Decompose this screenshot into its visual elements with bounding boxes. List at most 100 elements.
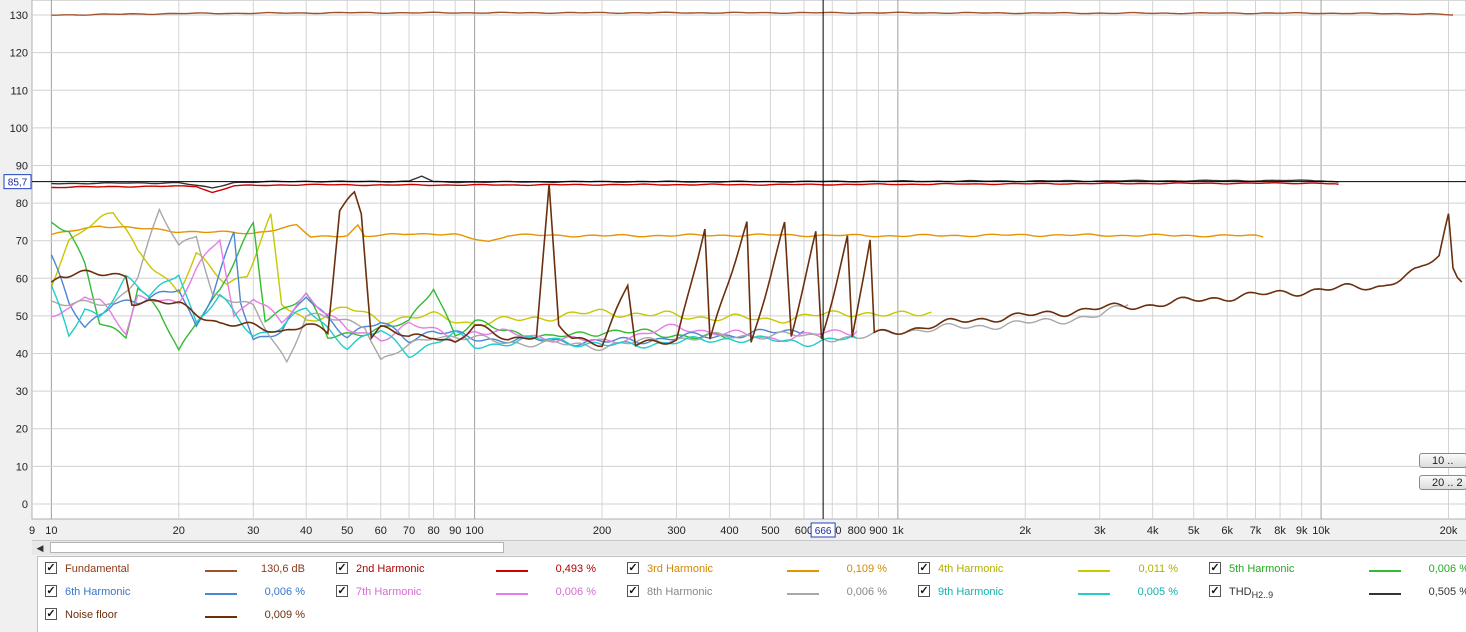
y-tick-label: 20 [16,424,28,436]
checkbox[interactable]: ✓ [627,585,639,597]
legend-swatch [787,593,819,595]
x-tick-label: 70 [403,525,415,537]
x-tick-label: 80 [427,525,439,537]
legend-item-3rd-harmonic[interactable]: ✓ 3rd Harmonic 0,109 % [627,559,897,581]
checkbox[interactable]: ✓ [45,562,57,574]
x-tick-label: 600 [795,525,813,537]
cursor-y-value: 85,7 [8,178,28,189]
frequency-response-chart[interactable]: 0 10 20 30 40 50 60 70 80 90 100 110 120 130 9 10 20 30 40… [0,0,1466,540]
legend-panel: ✓ Fundamental 130,6 dB ✓ 2nd Harmonic 0,… [37,556,1466,632]
legend-label: 2nd Harmonic [356,563,425,575]
x-tick-label: 4k [1147,525,1159,537]
horizontal-scrollbar[interactable]: ◀ [32,540,1466,555]
legend-label: Noise floor [65,609,118,621]
y-tick-label: 70 [16,236,28,248]
checkbox[interactable]: ✓ [918,585,930,597]
legend-item-thd[interactable]: ✓ THDH2..9 0,505 % [1209,582,1466,604]
y-tick-label: 10 [16,461,28,473]
y-tick-label: 100 [10,123,28,135]
legend-swatch [1078,570,1110,572]
legend-value: 0,009 % [264,609,305,621]
x-tick-label: 30 [247,525,259,537]
legend-swatch [1078,593,1110,595]
legend-value: 0,006 % [264,586,305,598]
x-tick-label: 200 [593,525,611,537]
legend-swatch [205,570,237,572]
y-tick-label: 80 [16,198,28,210]
x-tick-label: 5k [1188,525,1200,537]
checkbox[interactable]: ✓ [627,562,639,574]
checkbox[interactable]: ✓ [918,562,930,574]
legend-value: 130,6 dB [260,563,305,575]
chart-svg[interactable]: 0 10 20 30 40 50 60 70 80 90 100 110 120 130 9 10 20 30 40… [0,0,1466,540]
x-tick-label: 90 [449,525,461,537]
x-tick-label: 100 [465,525,483,537]
checkbox[interactable]: ✓ [1209,562,1221,574]
legend-label: 8th Harmonic [647,586,713,598]
x-tick-label: 900 [869,525,887,537]
x-tick-label: 7k [1250,525,1262,537]
legend-item-6th-harmonic[interactable]: ✓ 6th Harmonic 0,006 % [45,582,315,604]
x-tick-label: 1k [892,525,904,537]
x-tick-label: 3k [1094,525,1106,537]
legend-value: 0,005 % [1137,586,1178,598]
scroll-left-icon[interactable]: ◀ [34,542,46,554]
x-tick-label: 400 [720,525,738,537]
legend-value: 0,505 % [1428,586,1466,598]
y-tick-label: 30 [16,386,28,398]
x-tick-label: 20 [173,525,185,537]
legend-swatch [1369,570,1401,572]
legend-label: Fundamental [65,563,130,575]
x-tick-label: 10k [1312,525,1330,537]
legend-swatch [496,570,528,572]
x-tick-label: 20k [1440,525,1458,537]
range-button-1[interactable]: 10 .. [1419,453,1466,468]
x-tick-label: 60 [375,525,387,537]
legend-item-fundamental[interactable]: ✓ Fundamental 130,6 dB [45,559,315,581]
legend-label: 5th Harmonic [1229,563,1295,575]
legend-label: 9th Harmonic [938,586,1004,598]
legend-label: 3rd Harmonic [647,563,714,575]
x-tick-label: 9 [29,525,35,537]
x-tick-label: 40 [300,525,312,537]
legend-swatch [787,570,819,572]
x-tick-label: 10 [45,525,57,537]
y-tick-label: 60 [16,273,28,285]
legend-label: THDH2..9 [1229,586,1273,600]
legend-value: 0,006 % [555,586,596,598]
cursor-x-value: 666 [815,526,832,537]
legend-swatch [205,616,237,618]
y-tick-label: 90 [16,160,28,172]
legend-label: 4th Harmonic [938,563,1004,575]
range-button-2[interactable]: 20 .. 2 [1419,475,1466,490]
legend-item-8th-harmonic[interactable]: ✓ 8th Harmonic 0,006 % [627,582,897,604]
x-tick-label: 500 [761,525,779,537]
legend-item-5th-harmonic[interactable]: ✓ 5th Harmonic 0,006 % [1209,559,1466,581]
legend-item-noise-floor[interactable]: ✓ Noise floor 0,009 % [45,605,315,627]
y-tick-label: 40 [16,349,28,361]
y-tick-label: 50 [16,311,28,323]
legend-value: 0,109 % [846,563,887,575]
y-tick-label: 120 [10,48,28,60]
checkbox[interactable]: ✓ [336,585,348,597]
legend-value: 0,006 % [1428,563,1466,575]
legend-label: 7th Harmonic [356,586,422,598]
checkbox[interactable]: ✓ [45,585,57,597]
x-tick-label: 9k [1296,525,1308,537]
legend-item-4th-harmonic[interactable]: ✓ 4th Harmonic 0,011 % [918,559,1188,581]
legend-label: 6th Harmonic [65,586,131,598]
legend-item-2nd-harmonic[interactable]: ✓ 2nd Harmonic 0,493 % [336,559,606,581]
scrollbar-thumb[interactable] [50,542,504,553]
y-tick-label: 130 [10,10,28,22]
y-tick-label: 0 [22,499,28,511]
legend-swatch [1369,593,1401,595]
checkbox[interactable]: ✓ [1209,585,1221,597]
thd-subscript: H2..9 [1251,590,1274,601]
x-tick-label: 2k [1019,525,1031,537]
legend-item-7th-harmonic[interactable]: ✓ 7th Harmonic 0,006 % [336,582,606,604]
checkbox[interactable]: ✓ [336,562,348,574]
x-tick-label: 300 [667,525,685,537]
legend-swatch [205,593,237,595]
legend-item-9th-harmonic[interactable]: ✓ 9th Harmonic 0,005 % [918,582,1188,604]
checkbox[interactable]: ✓ [45,608,57,620]
